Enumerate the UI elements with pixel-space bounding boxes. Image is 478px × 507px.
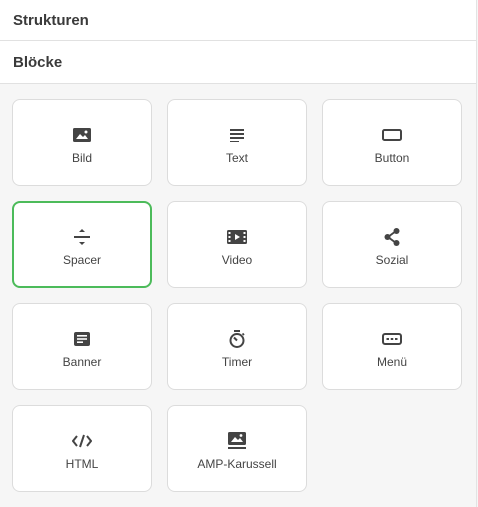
block-tile-bild[interactable]: Bild — [12, 99, 152, 186]
block-label: HTML — [65, 456, 99, 471]
block-label: Text — [225, 150, 248, 165]
menu-icon — [382, 329, 402, 349]
text-lines-icon — [227, 125, 247, 145]
carousel-image-icon — [227, 431, 247, 451]
timer-icon — [227, 329, 247, 349]
block-label: AMP-Karussell — [197, 456, 277, 471]
image-icon — [72, 125, 92, 145]
block-tile-menue[interactable]: Menü — [322, 303, 462, 390]
block-label: Button — [374, 150, 410, 165]
block-label: Menü — [376, 354, 408, 369]
share-icon — [382, 227, 402, 247]
block-tile-spacer[interactable]: Spacer — [12, 201, 152, 288]
block-tile-timer[interactable]: Timer — [167, 303, 307, 390]
block-label: Spacer — [62, 252, 102, 267]
block-tile-button[interactable]: Button — [322, 99, 462, 186]
video-icon — [227, 227, 247, 247]
block-label: Bild — [71, 150, 92, 165]
block-tile-amp-karussell[interactable]: AMP-Karussell — [167, 405, 307, 492]
block-label: Video — [221, 252, 253, 267]
block-label: Sozial — [375, 252, 409, 267]
block-label: Timer — [221, 354, 253, 369]
block-tile-sozial[interactable]: Sozial — [322, 201, 462, 288]
button-rectangle-icon — [382, 125, 402, 145]
blocks-panel: Strukturen Blöcke Bild Text Button Space… — [0, 0, 477, 507]
section-blocks[interactable]: Blöcke — [0, 41, 476, 84]
block-tile-banner[interactable]: Banner — [12, 303, 152, 390]
block-tile-text[interactable]: Text — [167, 99, 307, 186]
block-label: Banner — [62, 354, 102, 369]
spacer-divide-icon — [72, 227, 92, 247]
banner-icon — [72, 329, 92, 349]
section-structures[interactable]: Strukturen — [0, 0, 476, 41]
block-tile-video[interactable]: Video — [167, 201, 307, 288]
code-icon — [72, 431, 92, 451]
block-tile-html[interactable]: HTML — [12, 405, 152, 492]
